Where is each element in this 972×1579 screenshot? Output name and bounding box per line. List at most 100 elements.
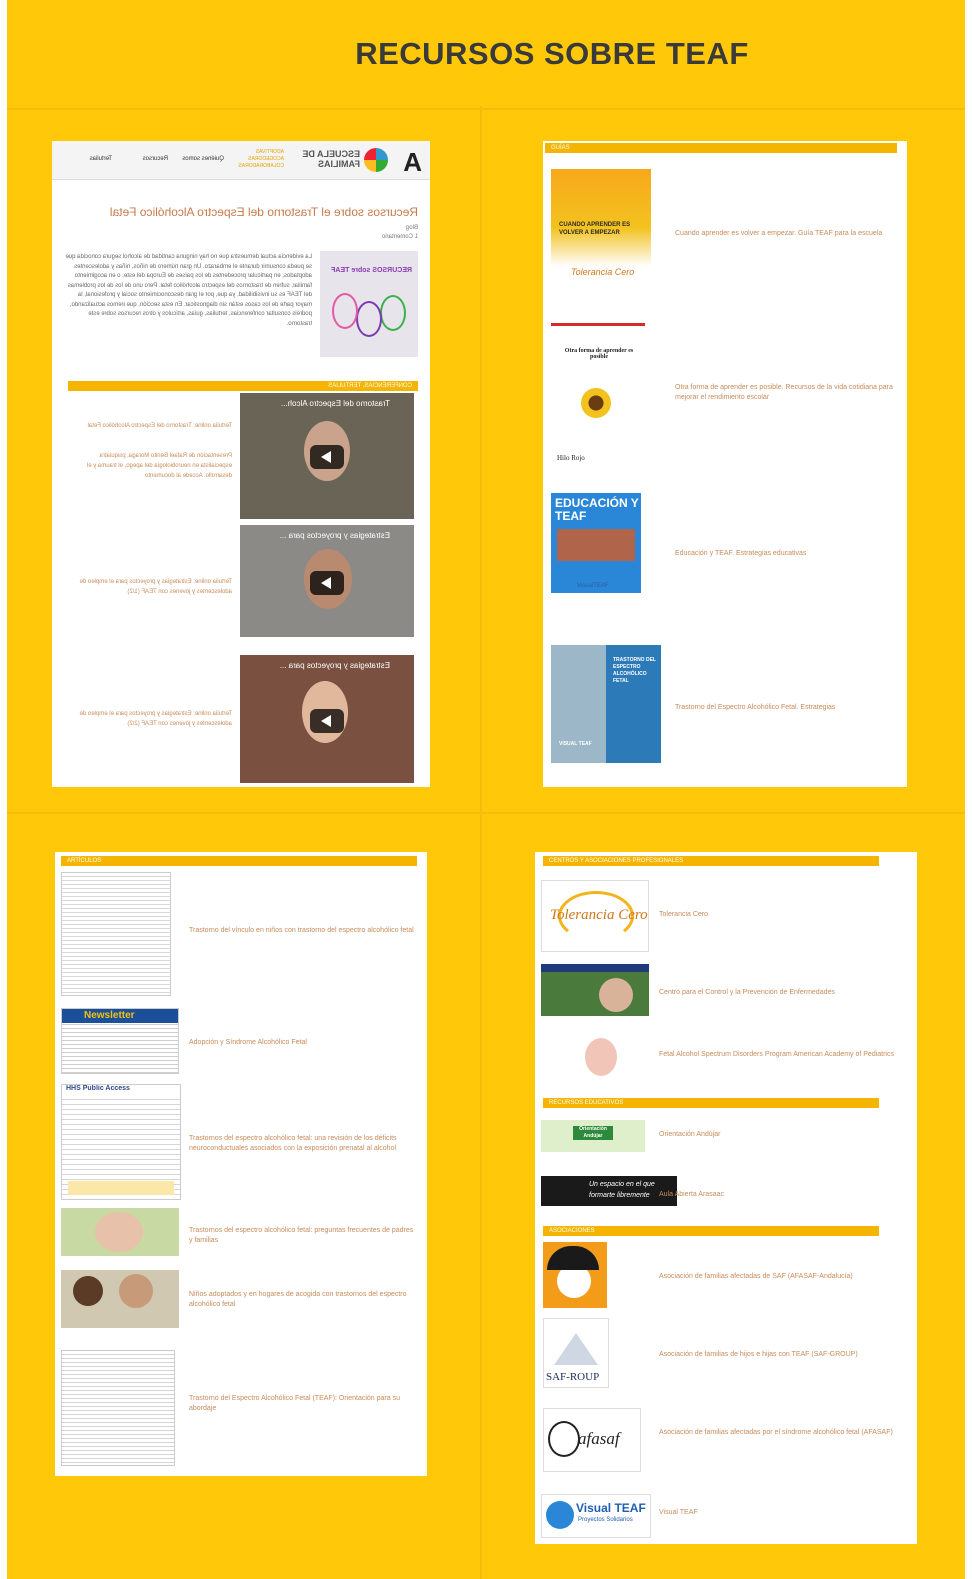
grid-divider-horizontal	[7, 108, 965, 110]
guide-link[interactable]: Trastorno del Espectro Alcohólico Fetal.…	[675, 703, 895, 713]
video-description[interactable]: Tertulia online: Estrategias y proyectos…	[76, 577, 232, 597]
site-logo-text: ESCUELA DE FAMILIAS	[302, 149, 360, 169]
video-title: Estrategias y proyectos para ...	[279, 661, 390, 670]
video-description-extra: Presentación de Rafael Benito Moraga, ps…	[86, 453, 232, 479]
org-link[interactable]: Asociación de familias afectadas por el …	[659, 1428, 899, 1438]
logo-a-icon: A	[403, 147, 422, 177]
mirrored-content: A ESCUELA DE FAMILIAS ADOPTIVAS ACOGEDOR…	[52, 141, 430, 787]
grid-divider-horizontal	[7, 812, 965, 814]
org-link[interactable]: Asociación de familias de hijos e hijas …	[659, 1350, 899, 1360]
article-thumbnail[interactable]	[61, 1350, 175, 1466]
nav-link-quienes[interactable]: Quiénes somos	[182, 156, 224, 162]
org-logo[interactable]: Orientación Andújar	[541, 1120, 645, 1152]
play-icon[interactable]	[310, 709, 344, 733]
article-link[interactable]: Trastornos del espectro alcohólico fetal…	[189, 1134, 415, 1154]
org-logo[interactable]: Tolerancia Cero	[541, 880, 649, 952]
video-player[interactable]: Trastorno del Espectro Alcoh...	[240, 393, 414, 519]
org-logo[interactable]	[541, 964, 649, 1016]
balloon-shape	[332, 293, 358, 329]
guide-link[interactable]: Cuando aprender es volver a empezar. Guí…	[675, 229, 895, 239]
organizations-panel: CENTROS Y ASOCIACIONES PROFESIONALES Tol…	[535, 852, 917, 1544]
org-logo[interactable]: Visual TEAF Proyectos Solidarios	[541, 1494, 651, 1538]
guide-cover-photo	[557, 529, 635, 561]
nav-link-tertulias[interactable]: Tertulias	[90, 156, 112, 162]
blog-screenshot-panel: A ESCUELA DE FAMILIAS ADOPTIVAS ACOGEDOR…	[52, 141, 430, 787]
post-heading: Recursos sobre el Trastorno del Espectro…	[109, 205, 418, 219]
guide-link[interactable]: Educación y TEAF. Estrategias educativas	[675, 549, 895, 559]
article-link[interactable]: Adopción y Síndrome Alcohólico Fetal	[189, 1038, 415, 1048]
abstract-highlight	[68, 1181, 174, 1195]
org-link[interactable]: Visual TEAF	[659, 1508, 899, 1518]
guide-cover-brand: Hilo Rojo	[557, 454, 585, 462]
play-icon[interactable]	[310, 571, 344, 595]
child-photo	[119, 1274, 153, 1308]
grid-divider-vertical	[480, 106, 482, 1579]
baby-diagram	[585, 1038, 617, 1076]
guide-link[interactable]: Otra forma de aprender es posible. Recur…	[675, 383, 897, 403]
balloon-shape	[356, 301, 382, 337]
section-bar-recursos: RECURSOS EDUCATIVOS	[543, 1098, 879, 1108]
post-image: RECURSOS sobre TEAF	[320, 251, 418, 357]
org-logo[interactable]	[543, 1242, 607, 1308]
section-bar-guias: GUÍAS	[545, 143, 897, 153]
org-link[interactable]: Tolerancia Cero	[659, 910, 899, 920]
child-photo	[73, 1276, 103, 1306]
org-logo[interactable]: SAF-ROUP	[543, 1318, 609, 1388]
org-link[interactable]: Fetal Alcohol Spectrum Disorders Program…	[659, 1050, 899, 1060]
video-player[interactable]: Estrategias y proyectos para ...	[240, 525, 414, 637]
article-link[interactable]: Trastorno del vínculo en niños con trast…	[189, 926, 415, 936]
hhs-header: HHS Public Access	[62, 1085, 180, 1097]
article-thumbnail[interactable]	[61, 1270, 179, 1328]
guide-cover[interactable]: TRASTORNO DEL ESPECTRO ALCOHÓLICO FETAL …	[551, 645, 661, 763]
org-logo-subtext: Proyectos Solidarios	[578, 1517, 633, 1523]
logo-bar	[541, 964, 649, 972]
org-logo[interactable]	[541, 1028, 649, 1088]
sunflower-icon	[581, 388, 611, 418]
child-face-icon	[548, 1421, 580, 1457]
article-thumbnail[interactable]	[61, 1208, 179, 1256]
articles-panel: ARTÍCULOS Trastorno del vínculo en niños…	[55, 852, 427, 1476]
balloon-shape	[380, 295, 406, 331]
post-image-caption: RECURSOS sobre TEAF	[331, 267, 412, 274]
article-thumbnail[interactable]: HHS Public Access	[61, 1084, 181, 1200]
video-title: Trastorno del Espectro Alcoh...	[280, 399, 390, 408]
post-meta-comments[interactable]: 1 Comentario	[382, 234, 418, 240]
article-link[interactable]: Trastorno del Espectro Alcohólico Fetal …	[189, 1394, 415, 1414]
site-tagline: ADOPTIVAS ACOGEDORAS COLABORADORAS	[238, 149, 284, 169]
org-logo-text: afasaf	[578, 1429, 620, 1448]
visualteaf-circle-icon	[546, 1501, 574, 1529]
org-logo[interactable]: Un espacio en el que formarte libremente	[541, 1176, 677, 1206]
guide-cover[interactable]: Otra forma de aprender es posible Hilo R…	[551, 323, 645, 474]
newsletter-title: Newsletter	[84, 1010, 135, 1021]
org-link[interactable]: Centro para el Control y la Prevención d…	[659, 988, 899, 998]
guide-cover[interactable]: CUANDO APRENDER ES VOLVER A EMPEZAR Tole…	[551, 169, 651, 299]
child-photo	[599, 978, 633, 1012]
guides-panel: GUÍAS CUANDO APRENDER ES VOLVER A EMPEZA…	[543, 141, 907, 787]
org-link[interactable]: Aula Abierta Arasaac	[659, 1190, 899, 1200]
paper-boat-icon	[554, 1333, 598, 1365]
article-thumbnail[interactable]	[61, 872, 171, 996]
section-bar-conferencias: CONFERENCIAS, TERTULIAS	[68, 381, 418, 391]
guide-cover-title: CUANDO APRENDER ES VOLVER A EMPEZAR	[559, 222, 631, 236]
article-thumbnail[interactable]: Newsletter	[61, 1008, 179, 1074]
org-link[interactable]: Asociación de familias afectadas de SAF …	[659, 1272, 899, 1282]
guide-cover-brand: Tolerancia Cero	[571, 267, 635, 277]
org-link[interactable]: Orientación Andújar	[659, 1130, 899, 1140]
nav-link-recursos[interactable]: Recursos	[143, 156, 168, 162]
guide-cover-title: Otra forma de aprender es posible	[564, 348, 634, 360]
video-description[interactable]: Tertulia online: Trastorno del Espectro …	[76, 421, 232, 431]
article-link[interactable]: Niños adoptados y en hogares de acogida …	[189, 1290, 415, 1310]
video-title: Estrategias y proyectos para ...	[279, 531, 390, 540]
logo-emblem-icon	[364, 148, 388, 172]
org-logo[interactable]: afasaf	[543, 1408, 641, 1472]
article-link[interactable]: Trastornos del espectro alcohólico fetal…	[189, 1226, 415, 1246]
video-description[interactable]: Tertulia online: Estrategias y proyectos…	[76, 709, 232, 729]
org-logo-text: Tolerancia Cero	[550, 907, 648, 923]
guide-cover-brand: VISUAL TEAF	[559, 741, 592, 747]
video-player[interactable]: Estrategias y proyectos para ...	[240, 655, 414, 783]
post-meta-blog[interactable]: Blog	[406, 225, 418, 231]
play-icon[interactable]	[310, 445, 344, 469]
section-bar-asociaciones: ASOCIACIONES	[543, 1226, 879, 1236]
org-logo-text: SAF-ROUP	[546, 1371, 600, 1383]
guide-cover[interactable]: EDUCACIÓN Y TEAF VisualTEAF	[551, 493, 641, 609]
